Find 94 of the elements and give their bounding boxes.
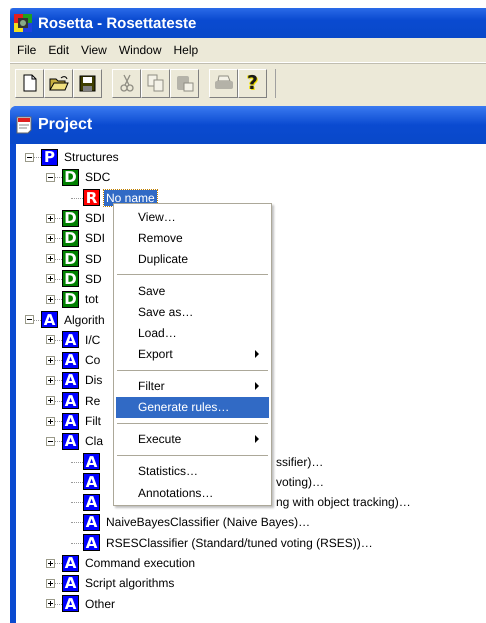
collapse-icon[interactable] [25, 152, 34, 162]
tree-item[interactable]: SD [83, 270, 104, 287]
tree-item[interactable]: Dis [83, 372, 104, 388]
tree-item[interactable]: Co [83, 352, 102, 368]
expand-icon[interactable] [46, 396, 55, 406]
node-icon: D [62, 168, 79, 186]
node-icon: D [62, 250, 79, 268]
expand-icon[interactable] [46, 599, 55, 608]
scissors-icon [120, 74, 134, 92]
node-icon: A [83, 453, 100, 470]
clipboard-icon [176, 74, 194, 92]
tree-item[interactable]: tot [83, 291, 100, 308]
expand-icon[interactable] [46, 356, 55, 365]
tree-item[interactable]: NaiveBayesClassifier (Naive Bayes)… [104, 514, 312, 530]
copy-icon [146, 74, 164, 92]
menu-item[interactable]: Filter [116, 376, 269, 397]
tree-item[interactable]: Command execution [83, 555, 198, 572]
node-icon: A [83, 514, 100, 531]
node-icon: A [41, 311, 58, 328]
menu-item[interactable]: Help [168, 43, 206, 57]
folder-icon [48, 75, 68, 91]
tree-item[interactable]: No name [104, 190, 157, 206]
menu-item[interactable]: Edit [43, 43, 76, 57]
document-icon [22, 74, 38, 92]
node-icon: A [62, 595, 79, 612]
tree-item[interactable]: SD [83, 250, 104, 267]
menu-item[interactable]: Duplicate [116, 248, 269, 270]
collapse-icon[interactable] [46, 172, 55, 182]
tree-item[interactable]: SDI [83, 210, 108, 226]
menu-item[interactable]: View [76, 43, 114, 57]
node-icon: A [62, 372, 79, 389]
node-icon: A [62, 432, 79, 450]
node-icon: A [83, 494, 100, 511]
expand-icon[interactable] [46, 416, 55, 426]
expand-icon[interactable] [46, 254, 55, 264]
document-icon [16, 116, 32, 134]
node-icon: D [62, 210, 79, 227]
window-title: Rosetta - Rosettateste [38, 14, 196, 32]
menu-item[interactable]: Execute [116, 428, 269, 450]
menu-item[interactable]: Generate rules… [116, 396, 269, 418]
node-icon: A [62, 331, 79, 348]
node-icon: D [62, 290, 79, 308]
collapse-icon[interactable] [25, 315, 34, 324]
tree-item[interactable]: Cla [83, 433, 106, 450]
node-icon: P [41, 148, 58, 166]
expand-icon[interactable] [46, 578, 55, 588]
new-button[interactable] [15, 68, 44, 98]
expand-icon[interactable] [46, 376, 55, 385]
save-button[interactable] [73, 68, 102, 98]
menu-item[interactable]: File [12, 43, 44, 57]
tree-item[interactable]: voting)… [274, 474, 326, 490]
expand-icon[interactable] [46, 234, 55, 243]
expand-icon[interactable] [46, 274, 55, 284]
tree-item[interactable]: SDI [83, 230, 108, 246]
tree-item[interactable]: ng with object tracking)… [274, 494, 413, 510]
open-button[interactable] [44, 68, 73, 98]
node-icon: D [62, 230, 79, 247]
menu-item[interactable]: Export [116, 344, 269, 365]
tree-item[interactable]: Other [83, 596, 118, 612]
panel-title: Project [38, 116, 92, 134]
tree-item[interactable]: Structures [62, 149, 121, 166]
tree-item[interactable]: Re [83, 392, 102, 409]
tree-item[interactable]: I/C [83, 332, 102, 348]
expand-icon[interactable] [46, 558, 55, 568]
menu-item[interactable]: Save as… [116, 301, 269, 322]
collapse-icon[interactable] [46, 436, 55, 446]
menu-item[interactable]: Remove [116, 227, 269, 248]
menu-item[interactable]: Save [116, 280, 269, 302]
expand-icon[interactable] [46, 335, 55, 344]
printer-icon [214, 74, 234, 92]
node-icon: R [83, 189, 100, 206]
node-icon: D [62, 270, 79, 288]
menu-item[interactable]: View… [116, 206, 269, 228]
tree-item[interactable]: SDC [83, 169, 112, 186]
node-icon: A [62, 392, 79, 410]
node-icon: A [83, 473, 100, 490]
node-icon: A [83, 534, 100, 552]
node-icon: A [62, 554, 79, 572]
tree-item[interactable]: ssifier)… [274, 454, 326, 470]
tree-item[interactable]: RSESClassifier (Standard/tuned voting (RSES))… [104, 534, 375, 551]
node-icon: A [62, 574, 79, 592]
help-button[interactable]: ? [238, 68, 267, 98]
expand-icon[interactable] [46, 294, 55, 304]
tree-item[interactable]: Algorith [62, 312, 107, 328]
menu-item[interactable]: Statistics… [116, 460, 269, 482]
menu-item[interactable]: Load… [116, 322, 269, 344]
menu-item[interactable]: Window [114, 43, 169, 57]
app-icon [14, 14, 32, 32]
expand-icon[interactable] [46, 214, 55, 223]
tree-item[interactable]: Filt [83, 413, 103, 429]
menu-item[interactable]: Annotations… [116, 482, 269, 504]
tree-item[interactable]: Script algorithms [83, 575, 176, 592]
node-icon: A [62, 412, 79, 430]
node-icon: A [62, 352, 79, 369]
